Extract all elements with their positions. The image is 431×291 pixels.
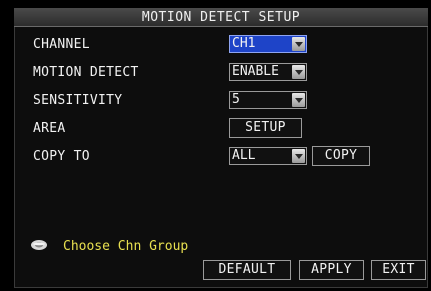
title-bar: MOTION DETECT SETUP [14,8,428,27]
channel-label: CHANNEL [33,37,90,52]
copy-to-value: ALL [232,148,256,163]
sensitivity-dropdown[interactable]: 5 [229,91,307,109]
channel-dropdown[interactable]: CH1 [229,35,307,53]
motion-detect-screen: MOTION DETECT SETUP CHANNEL CH1 MOTION D… [0,0,431,291]
exit-button[interactable]: EXIT [371,260,426,280]
hint-text: Choose Chn Group [63,239,189,254]
area-setup-button[interactable]: SETUP [229,118,302,138]
copy-button[interactable]: COPY [312,146,370,166]
area-label: AREA [33,121,66,136]
info-icon [31,240,47,250]
copy-to-label: COPY TO [33,149,90,164]
default-button[interactable]: DEFAULT [203,260,291,280]
chevron-down-icon[interactable] [292,65,305,79]
motion-detect-label: MOTION DETECT [33,65,139,80]
chevron-down-icon[interactable] [292,37,305,51]
sensitivity-label: SENSITIVITY [33,93,123,108]
motion-detect-dropdown[interactable]: ENABLE [229,63,307,81]
page-title: MOTION DETECT SETUP [141,10,301,25]
sensitivity-value: 5 [232,92,240,107]
copy-to-dropdown[interactable]: ALL [229,147,307,165]
motion-detect-value: ENABLE [232,64,279,79]
chevron-down-icon[interactable] [292,93,305,107]
channel-value: CH1 [232,36,256,51]
apply-button[interactable]: APPLY [299,260,364,280]
chevron-down-icon[interactable] [292,149,305,163]
